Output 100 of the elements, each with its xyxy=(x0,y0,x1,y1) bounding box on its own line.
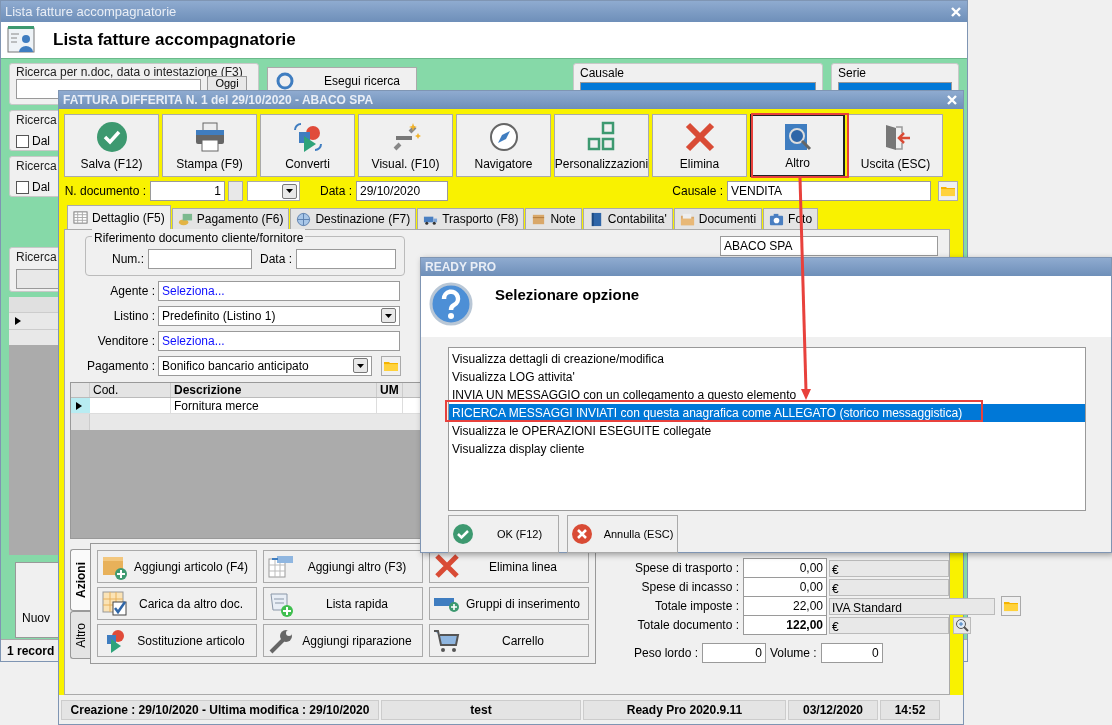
close-button[interactable] xyxy=(949,4,963,19)
toolbar-button[interactable]: Personalizzazioni xyxy=(554,114,649,177)
amount-field[interactable]: 0,00 xyxy=(743,577,827,597)
field-label: Totale imposte : xyxy=(653,598,740,615)
unit-field: € xyxy=(829,578,949,596)
action-button[interactable]: Gruppi di inserimento xyxy=(429,587,589,620)
camera-icon xyxy=(769,211,785,227)
close-button[interactable] xyxy=(945,93,959,107)
field-label: Agente : xyxy=(109,282,155,300)
action-button[interactable]: Aggiungi articolo (F4) xyxy=(97,550,257,583)
select-field[interactable]: Seleziona... xyxy=(158,330,400,351)
option-item[interactable]: RICERCA MESSAGGI INVIATI con questa anagrafica come ALLEGATO (storico messaggistica) xyxy=(449,404,1085,422)
action-button[interactable]: Aggiungi altro (F3) xyxy=(263,550,423,583)
weight-field[interactable]: 0 xyxy=(702,643,766,663)
series-select[interactable] xyxy=(247,181,300,201)
status-text: Ready Pro 2020.9.11 xyxy=(583,699,786,720)
option-item[interactable]: Visualizza display cliente xyxy=(449,440,1085,458)
new-button[interactable]: Nuov xyxy=(15,562,61,638)
field-label: Volume : xyxy=(770,645,817,662)
amount-field[interactable]: 122,00 xyxy=(743,615,827,635)
folder-button[interactable] xyxy=(938,181,958,201)
volume-field[interactable]: 0 xyxy=(820,643,883,663)
tab[interactable]: Contabilita' xyxy=(582,208,673,229)
group-label: Ricerca xyxy=(16,158,57,175)
folder-button[interactable] xyxy=(1001,596,1021,616)
caret-icon xyxy=(385,313,392,318)
field-label: Peso lordo : xyxy=(632,645,698,662)
tab[interactable]: Note xyxy=(525,208,582,229)
toolbar-button[interactable]: Navigatore xyxy=(456,114,551,177)
table-icon xyxy=(73,210,88,225)
table-cell: Fornitura merce xyxy=(171,398,377,413)
reference-number-field[interactable] xyxy=(148,249,252,269)
row-header[interactable] xyxy=(71,398,90,413)
checkbox-label: Dal xyxy=(32,133,50,150)
close-icon xyxy=(947,95,957,105)
unit-field: € xyxy=(829,559,949,577)
action-button[interactable]: Carrello xyxy=(429,624,589,657)
tab[interactable]: Dettaglio (F5) xyxy=(67,205,171,229)
question-icon xyxy=(429,282,473,326)
tab[interactable]: Pagamento (F6) xyxy=(171,208,290,229)
caret-icon xyxy=(357,363,364,368)
option-item[interactable]: Visualizza le OPERAZIONI ESEGUITE collegate xyxy=(449,422,1085,440)
toolbar-button[interactable]: Elimina xyxy=(652,114,747,177)
tab[interactable]: Trasporto (F8) xyxy=(417,208,525,229)
group-label: Causale xyxy=(580,65,626,82)
dropdown-button[interactable] xyxy=(381,308,396,323)
tab[interactable]: Documenti xyxy=(673,208,763,229)
select-field[interactable]: Seleziona... xyxy=(158,280,400,301)
folder-icon xyxy=(941,185,955,197)
option-item[interactable]: INVIA UN MESSAGGIO con un collegamento a questo elemento xyxy=(449,386,1085,404)
action-button[interactable]: Aggiungi riparazione xyxy=(263,624,423,657)
reference-date-field[interactable] xyxy=(296,249,396,269)
field-label: Totale documento : xyxy=(636,617,740,634)
dropdown-button[interactable] xyxy=(282,183,297,199)
tab[interactable]: Destinazione (F7) xyxy=(290,208,417,229)
toolbar-button[interactable]: Salva (F12) xyxy=(64,114,159,177)
caret-icon xyxy=(286,189,293,193)
status-text: Creazione : 29/10/2020 - Ultima modifica : 29/10/2020 xyxy=(61,699,379,720)
number-button[interactable] xyxy=(228,181,243,201)
page-heading: Lista fatture accompagnatorie xyxy=(53,29,296,52)
column-header[interactable]: Descrizione xyxy=(171,383,377,397)
compass-icon xyxy=(487,121,520,153)
field-label: Spese di trasporto : xyxy=(633,560,740,577)
group-label: Serie xyxy=(838,65,867,82)
status-text: test xyxy=(381,699,581,720)
search-icon xyxy=(276,72,294,90)
action-button[interactable]: Sostituzione articolo xyxy=(97,624,257,657)
causale-field[interactable]: VENDITA xyxy=(727,181,931,201)
checkbox[interactable] xyxy=(16,180,29,194)
toolbar-button[interactable]: Uscita (ESC) xyxy=(848,114,943,177)
check-icon xyxy=(95,121,128,153)
option-item[interactable]: Visualizza dettagli di creazione/modifica xyxy=(449,350,1085,368)
option-item[interactable]: Visualizza LOG attivita' xyxy=(449,368,1085,386)
checkbox[interactable] xyxy=(16,134,29,148)
column-header[interactable]: Cod. xyxy=(90,383,171,397)
toolbar-button[interactable]: Stampa (F9) xyxy=(162,114,257,177)
toolbar-button[interactable]: Converti xyxy=(260,114,355,177)
field-label: Spese di incasso : xyxy=(640,579,740,596)
dialog-button[interactable]: Annulla (ESC) xyxy=(567,515,678,553)
amount-field[interactable]: 22,00 xyxy=(743,596,827,616)
window-title: Lista fatture accompagnatorie xyxy=(5,2,177,21)
action-button[interactable]: Carica da altro doc. xyxy=(97,587,257,620)
document-number-field[interactable]: 1 xyxy=(150,181,225,201)
zoom-button[interactable] xyxy=(953,616,971,634)
toolbar-button[interactable]: Altro xyxy=(750,114,845,177)
customer-field[interactable]: ABACO SPA xyxy=(720,236,938,256)
side-tab[interactable]: Altro xyxy=(70,611,90,659)
amount-field[interactable]: 0,00 xyxy=(743,558,827,578)
side-tab[interactable]: Azioni xyxy=(70,549,90,611)
toolbar-button[interactable]: Visual. (F10) xyxy=(358,114,453,177)
dropdown-field[interactable]: Predefinito (Listino 1) xyxy=(158,305,400,326)
dropdown-button[interactable] xyxy=(353,358,368,373)
zoom-icon xyxy=(955,618,969,632)
dropdown-field[interactable]: Bonifico bancario anticipato xyxy=(158,355,372,376)
date-field[interactable]: 29/10/2020 xyxy=(356,181,448,201)
folder-button[interactable] xyxy=(381,355,401,376)
folder-icon xyxy=(1004,600,1018,612)
dialog-button[interactable]: OK (F12) xyxy=(448,515,559,553)
action-button[interactable]: Lista rapida xyxy=(263,587,423,620)
column-header[interactable]: UM xyxy=(377,383,403,397)
